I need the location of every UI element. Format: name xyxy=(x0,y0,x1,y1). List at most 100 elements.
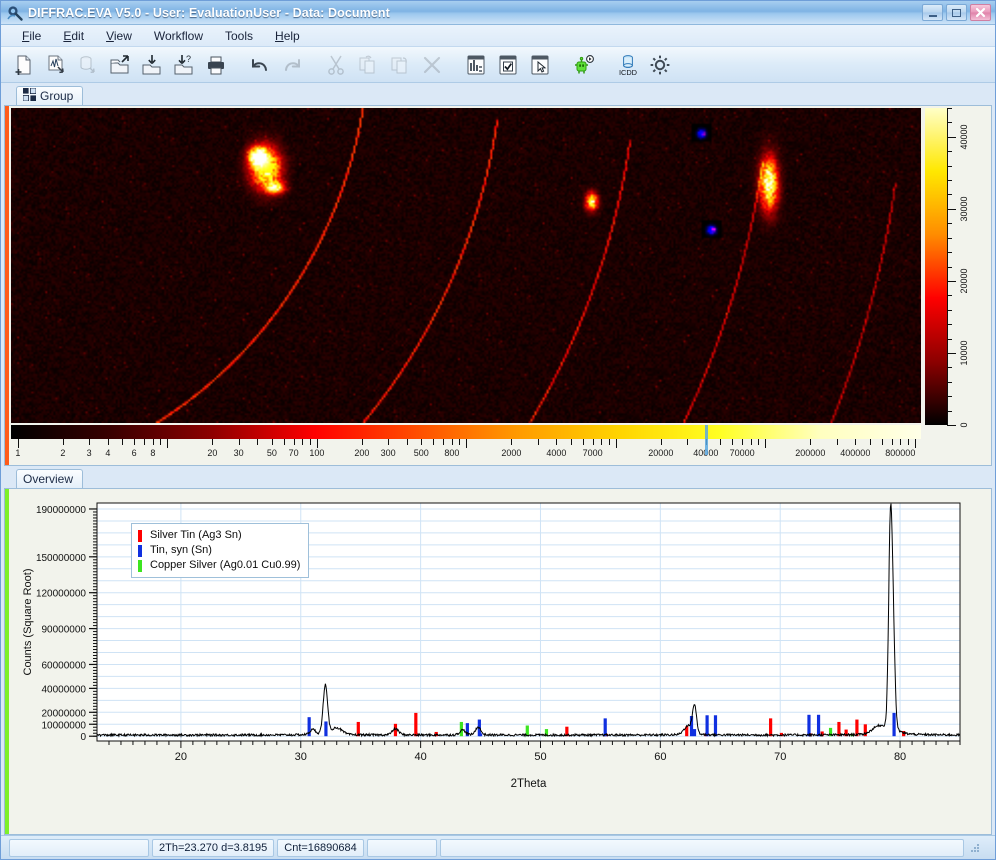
colorbar-tick xyxy=(947,425,956,426)
log-scale-tick xyxy=(915,439,916,448)
log-scale-label: 2 xyxy=(60,448,65,458)
overview-panel-content: 0100000002000000040000000600000009000000… xyxy=(9,489,991,834)
grid-2x2-icon xyxy=(23,88,36,104)
log-scale-tick xyxy=(317,439,318,448)
workspace: Group 1234682030507010020030050080020004 xyxy=(1,83,995,835)
chart-legend: Silver Tin (Ag3 Sn)Tin, syn (Sn)Copper S… xyxy=(131,523,309,578)
menu-file-label: ile xyxy=(29,29,41,43)
log-scale-tick xyxy=(601,439,602,445)
log-scale-label: 200000 xyxy=(795,448,825,458)
application-window: DIFFRAC.EVA V5.0 - User: EvaluationUser … xyxy=(0,0,996,860)
intensity-log-scale-bar[interactable]: 1234682030507010020030050080020004000700… xyxy=(11,425,921,463)
maximize-button[interactable] xyxy=(946,4,967,21)
open-export-icon[interactable] xyxy=(105,50,135,80)
save-icon[interactable] xyxy=(137,50,167,80)
detector-frame-image[interactable] xyxy=(11,108,921,423)
colorbar-tick xyxy=(947,209,956,210)
log-scale-tick xyxy=(388,439,389,445)
status-empty-mid xyxy=(367,839,437,857)
log-scale-cursor[interactable] xyxy=(705,425,708,455)
legend-color-swatch xyxy=(138,530,142,542)
save-as-icon[interactable]: ? xyxy=(169,50,199,80)
undo-icon[interactable] xyxy=(245,50,275,80)
overview-tabstrip: Overview xyxy=(4,468,992,488)
colorbar: 010000200003000040000 xyxy=(923,106,991,465)
colorbar-tick xyxy=(947,281,956,282)
copy-icon[interactable] xyxy=(353,50,383,80)
log-scale-tick xyxy=(144,439,145,445)
redo-icon[interactable] xyxy=(277,50,307,80)
tab-overview[interactable]: Overview xyxy=(16,469,83,488)
log-scale-tick xyxy=(732,439,733,445)
log-scale-tick xyxy=(257,439,258,445)
log-scale-tick xyxy=(720,439,721,445)
menu-workflow[interactable]: Workflow xyxy=(143,26,214,46)
log-scale-label: 300 xyxy=(381,448,396,458)
log-scale-tick xyxy=(538,439,539,445)
log-scale-tick xyxy=(583,439,584,445)
pointer-window-icon[interactable] xyxy=(525,50,555,80)
log-scale-tick xyxy=(362,439,363,445)
chart-y-tick-label: 150000000 xyxy=(36,553,86,564)
chart-x-tick-label: 70 xyxy=(774,751,786,763)
search-match-robot-icon[interactable] xyxy=(569,50,599,80)
tab-group[interactable]: Group xyxy=(16,86,83,105)
legend-item: Tin, syn (Sn) xyxy=(138,543,300,558)
print-icon[interactable] xyxy=(201,50,231,80)
settings-gear-icon[interactable] xyxy=(645,50,675,80)
menu-file[interactable]: File xyxy=(11,26,52,46)
log-scale-tick xyxy=(758,439,759,445)
legend-item-label: Copper Silver (Ag0.01 Cu0.99) xyxy=(150,558,300,573)
import-scan-icon[interactable] xyxy=(41,50,71,80)
chart-y-tick-label: 20000000 xyxy=(42,708,87,719)
legend-color-swatch xyxy=(138,560,142,572)
overview-panel: Overview 0100000002000000040000000600000… xyxy=(4,468,992,835)
icdd-database-icon[interactable]: ICDD xyxy=(613,50,643,80)
log-scale-label: 7000 xyxy=(583,448,603,458)
log-scale-tick xyxy=(63,439,64,445)
log-scale-tick xyxy=(742,439,743,445)
minimize-button[interactable] xyxy=(922,4,943,21)
menu-help[interactable]: Help xyxy=(264,26,311,46)
paste-icon[interactable] xyxy=(385,50,415,80)
log-scale-tick xyxy=(421,439,422,445)
chart-y-tick-label: 60000000 xyxy=(42,660,87,671)
log-scale-label: 70 xyxy=(289,448,299,458)
status-empty-left xyxy=(9,839,149,857)
database-icon[interactable] xyxy=(73,50,103,80)
menu-tools[interactable]: Tools xyxy=(214,26,264,46)
resize-grip-icon[interactable] xyxy=(969,842,981,854)
peak-chart-window-icon[interactable] xyxy=(461,50,491,80)
log-scale-tick xyxy=(443,439,444,445)
log-scale-tick xyxy=(294,439,295,445)
new-document-icon[interactable] xyxy=(9,50,39,80)
delete-icon[interactable] xyxy=(417,50,447,80)
checklist-window-icon[interactable] xyxy=(493,50,523,80)
cut-icon[interactable] xyxy=(321,50,351,80)
log-scale-tick xyxy=(160,439,161,445)
diffractogram-chart[interactable]: 0100000002000000040000000600000009000000… xyxy=(9,489,991,834)
title-bar: DIFFRAC.EVA V5.0 - User: EvaluationUser … xyxy=(1,1,995,25)
chart-y-tick-label: 40000000 xyxy=(42,684,87,695)
colorbar-tick-label: 20000 xyxy=(959,268,969,293)
close-button[interactable] xyxy=(970,4,991,21)
tab-overview-label: Overview xyxy=(23,472,73,486)
log-scale-tick xyxy=(302,439,303,445)
log-scale-tick xyxy=(609,439,610,445)
log-scale-tick xyxy=(870,439,871,445)
log-scale-tick xyxy=(661,439,662,445)
log-scale-label: 100 xyxy=(309,448,324,458)
window-controls xyxy=(922,4,991,21)
log-scale-tick xyxy=(407,439,408,445)
menu-view[interactable]: View xyxy=(95,26,143,46)
log-scale-tick xyxy=(459,439,460,445)
colorbar-tick-label: 0 xyxy=(959,422,969,427)
colorbar-tick-label: 30000 xyxy=(959,196,969,221)
log-scale-tick xyxy=(108,439,109,445)
menu-help-label: elp xyxy=(284,29,300,43)
log-scale-label: 20000 xyxy=(648,448,673,458)
legend-item-label: Silver Tin (Ag3 Sn) xyxy=(150,528,242,543)
log-scale-label: 20 xyxy=(207,448,217,458)
chart-y-tick-label: 10000000 xyxy=(42,720,87,731)
menu-edit[interactable]: Edit xyxy=(52,26,95,46)
